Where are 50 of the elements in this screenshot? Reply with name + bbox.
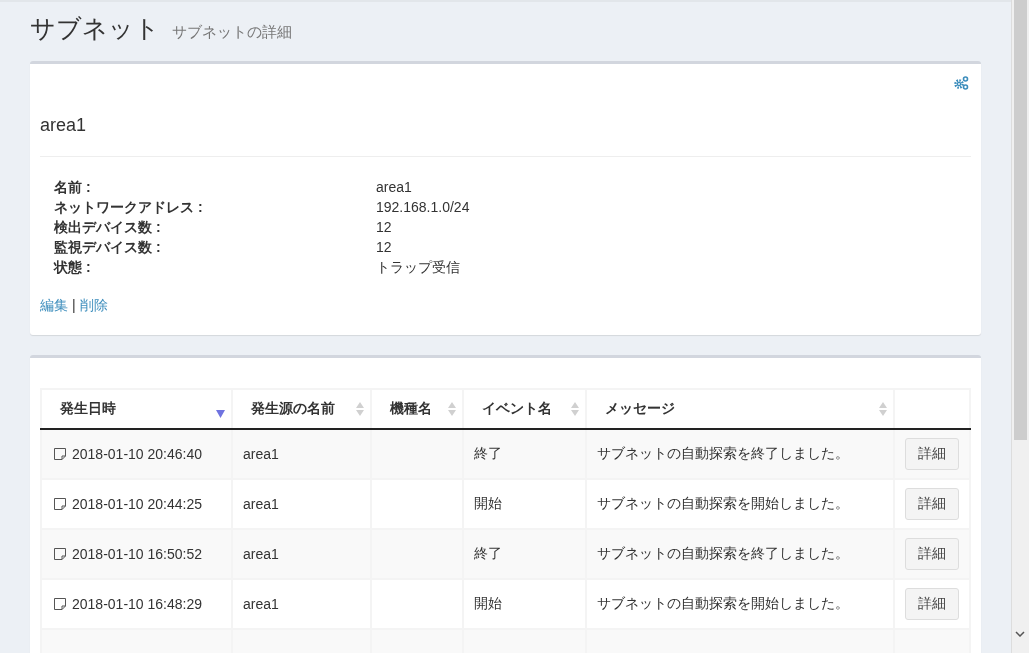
sort-icon[interactable] [448,401,456,417]
column-header[interactable]: メッセージ [605,400,675,418]
event-time: 2018-01-10 16:50:52 [72,546,202,562]
field-label: 検出デバイス数 : [54,218,161,237]
table-cell: 終了 [474,445,502,461]
sort-icon[interactable] [879,401,887,417]
field-value: トラップ受信 [376,258,460,277]
page-title: サブネット [30,13,160,44]
note-icon [54,498,66,510]
table-cell: area1 [243,446,279,462]
table-cell: 開始 [474,495,502,511]
link-separator: | [72,297,76,315]
field-value: 192.168.1.0/24 [376,198,470,217]
details-button[interactable]: 詳細 [905,438,959,470]
note-icon [54,548,66,560]
sort-icon[interactable] [571,401,579,417]
event-time: 2018-01-10 16:48:29 [72,596,202,612]
note-icon [54,448,66,460]
field-label: ネットワークアドレス : [54,198,203,217]
sort-descending-icon[interactable] [216,410,225,418]
field-value: 12 [376,218,392,237]
table-cell: サブネットの自動探索を終了しました。 [597,445,849,461]
edit-link[interactable]: 編集 [40,297,68,315]
event-time: 2018-01-10 20:46:40 [72,446,202,462]
field-value: 12 [376,238,392,257]
table-cell: area1 [243,496,279,512]
table-cell: サブネットの自動探索を終了しました。 [597,545,849,561]
details-button[interactable]: 詳細 [905,588,959,620]
field-label: 名前 : [54,178,91,197]
details-button[interactable]: 詳細 [905,538,959,570]
subnet-name: area1 [40,114,88,136]
details-button[interactable]: 詳細 [905,488,959,520]
column-header[interactable]: 発生日時 [60,400,116,418]
table-cell: 終了 [474,545,502,561]
field-label: 状態 : [54,258,91,277]
table-cell: area1 [243,596,279,612]
table-cell: 開始 [474,595,502,611]
table-cell: area1 [243,546,279,562]
field-label: 監視デバイス数 : [54,238,161,257]
table-cell: サブネットの自動探索を開始しました。 [597,595,849,611]
sort-icon[interactable] [356,401,364,417]
settings-icon[interactable] [953,76,969,90]
page-subtitle: サブネットの詳細 [172,23,292,42]
note-icon [54,598,66,610]
field-value: area1 [376,178,412,197]
delete-link[interactable]: 削除 [79,297,108,315]
scrollbar[interactable] [1011,0,1029,653]
event-time: 2018-01-10 20:44:25 [72,496,202,512]
table-cell: サブネットの自動探索を開始しました。 [597,495,849,511]
scroll-down-icon[interactable] [1015,631,1025,637]
